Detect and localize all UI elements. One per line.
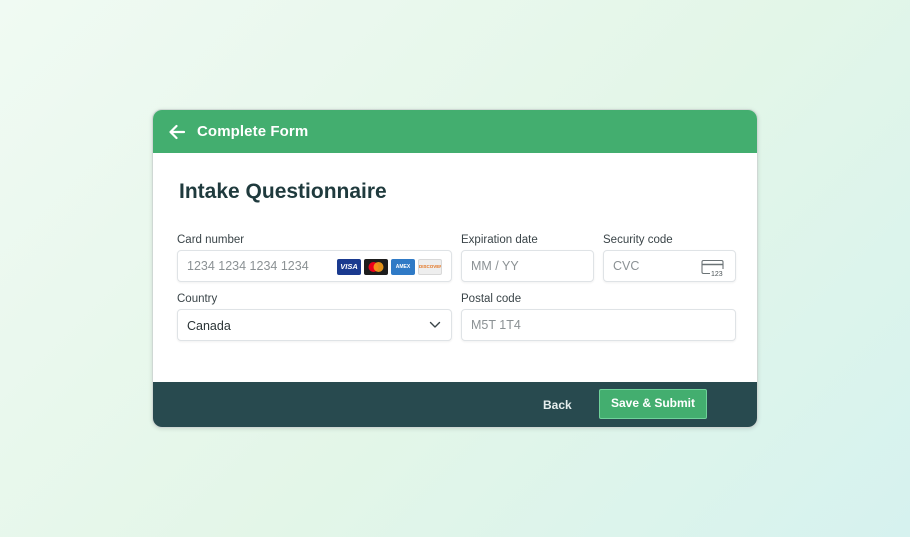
- security-code-field[interactable]: 123: [603, 250, 736, 282]
- svg-text:123: 123: [711, 271, 723, 277]
- discover-icon: DISCOVER: [418, 259, 442, 275]
- expiration-field[interactable]: [461, 250, 594, 282]
- mastercard-icon: [364, 259, 388, 275]
- visa-icon: VISA: [337, 259, 361, 275]
- back-button[interactable]: Back: [533, 392, 582, 418]
- country-value: Canada: [187, 319, 231, 333]
- amex-icon: AMEX: [391, 259, 415, 275]
- country-label: Country: [177, 293, 218, 305]
- card-number-field[interactable]: VISA AMEX DISCOVER: [177, 250, 452, 282]
- postal-code-input[interactable]: [471, 310, 724, 340]
- country-select[interactable]: Canada: [177, 309, 452, 341]
- form-footer: Back Save & Submit: [153, 382, 757, 427]
- form-card: Complete Form Intake Questionnaire Card …: [152, 109, 758, 428]
- arrow-left-icon[interactable]: [167, 122, 187, 142]
- header-title: Complete Form: [197, 123, 309, 140]
- postal-code-label: Postal code: [461, 293, 522, 305]
- card-brands: VISA AMEX DISCOVER: [337, 259, 442, 275]
- form-header: Complete Form: [153, 110, 757, 153]
- postal-code-field[interactable]: [461, 309, 736, 341]
- save-submit-button[interactable]: Save & Submit: [599, 389, 707, 419]
- security-code-label: Security code: [603, 234, 673, 246]
- cvc-card-icon: 123: [701, 259, 725, 277]
- form-title: Intake Questionnaire: [179, 180, 387, 203]
- card-number-label: Card number: [177, 234, 245, 246]
- chevron-down-icon: [429, 321, 441, 328]
- expiration-label: Expiration date: [461, 234, 538, 246]
- expiration-input[interactable]: [471, 251, 582, 281]
